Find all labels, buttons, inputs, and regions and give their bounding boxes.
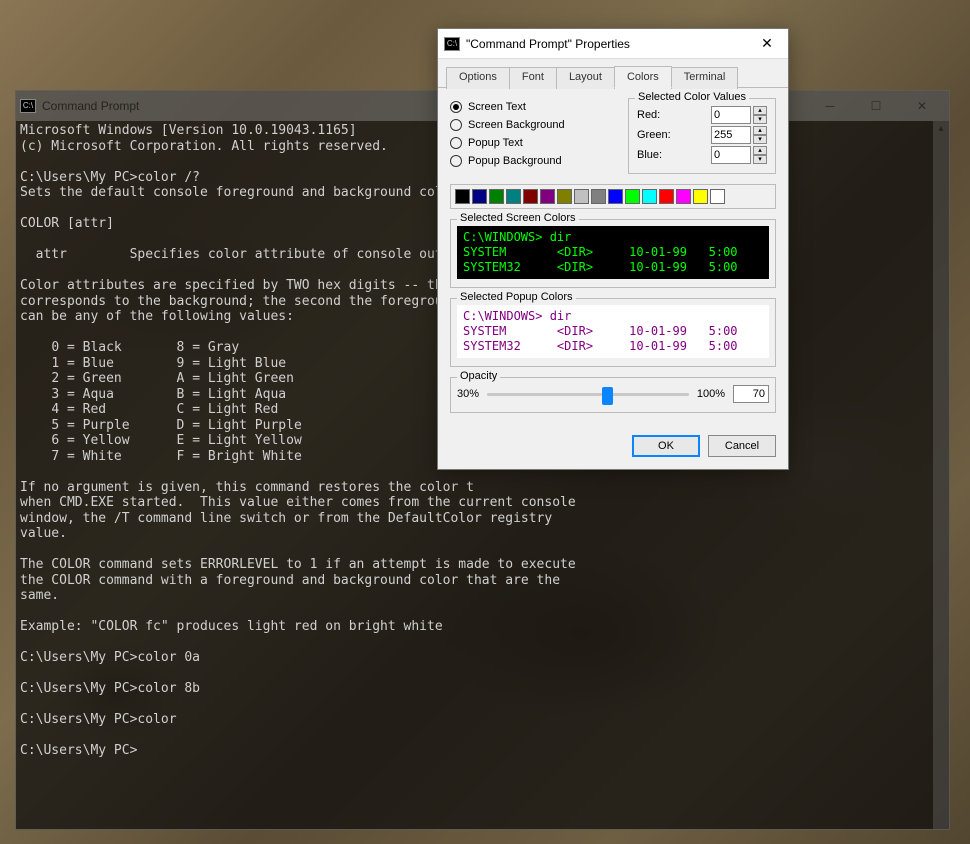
radio-icon (450, 101, 462, 113)
spin-up-icon[interactable]: ▴ (753, 126, 767, 135)
properties-titlebar[interactable]: C:\ "Command Prompt" Properties ✕ (438, 29, 788, 59)
palette-swatch-7[interactable] (574, 189, 589, 204)
cancel-button[interactable]: Cancel (708, 435, 776, 457)
selected-color-values: Selected Color Values Red: ▴▾ Green: ▴▾ … (628, 98, 776, 174)
tab-strip: Options Font Layout Colors Terminal (438, 59, 788, 88)
selected-screen-colors: Selected Screen Colors C:\WINDOWS> dir S… (450, 219, 776, 288)
dialog-buttons: OK Cancel (438, 425, 788, 469)
tab-layout[interactable]: Layout (556, 67, 615, 89)
red-input[interactable] (711, 106, 751, 124)
group-legend: Selected Popup Colors (457, 291, 576, 303)
radio-popup-background[interactable]: Popup Background (450, 152, 618, 170)
spin-up-icon[interactable]: ▴ (753, 146, 767, 155)
group-legend: Opacity (457, 370, 500, 382)
palette-swatch-3[interactable] (506, 189, 521, 204)
radio-icon (450, 119, 462, 131)
popup-preview: C:\WINDOWS> dir SYSTEM <DIR> 10-01-99 5:… (457, 305, 769, 358)
opacity-input[interactable] (733, 385, 769, 403)
tab-terminal[interactable]: Terminal (671, 67, 739, 89)
palette-swatch-15[interactable] (710, 189, 725, 204)
palette-swatch-6[interactable] (557, 189, 572, 204)
selected-popup-colors: Selected Popup Colors C:\WINDOWS> dir SY… (450, 298, 776, 367)
properties-title: "Command Prompt" Properties (466, 37, 752, 51)
palette-swatch-12[interactable] (659, 189, 674, 204)
tab-options[interactable]: Options (446, 67, 510, 89)
tab-colors[interactable]: Colors (614, 66, 672, 88)
radio-icon (450, 155, 462, 167)
opacity-group: Opacity 30% 100% (450, 377, 776, 413)
ok-button[interactable]: OK (632, 435, 700, 457)
palette-swatch-11[interactable] (642, 189, 657, 204)
green-input[interactable] (711, 126, 751, 144)
spin-down-icon[interactable]: ▾ (753, 115, 767, 124)
close-button[interactable]: ✕ (899, 91, 945, 121)
screen-preview: C:\WINDOWS> dir SYSTEM <DIR> 10-01-99 5:… (457, 226, 769, 279)
minimize-button[interactable]: ─ (807, 91, 853, 121)
opacity-max: 100% (697, 388, 725, 400)
radio-label: Popup Text (468, 137, 523, 149)
colors-panel: Screen Text Screen Background Popup Text… (438, 88, 788, 425)
slider-track (487, 393, 689, 396)
color-palette (450, 184, 776, 209)
spin-down-icon[interactable]: ▾ (753, 135, 767, 144)
green-spinner[interactable]: ▴▾ (711, 126, 767, 144)
group-legend: Selected Screen Colors (457, 212, 579, 224)
cmd-icon: C:\ (444, 37, 460, 51)
red-spinner[interactable]: ▴▾ (711, 106, 767, 124)
green-label: Green: (637, 129, 671, 141)
slider-thumb[interactable] (602, 387, 613, 405)
palette-swatch-2[interactable] (489, 189, 504, 204)
palette-swatch-8[interactable] (591, 189, 606, 204)
blue-label: Blue: (637, 149, 662, 161)
palette-swatch-9[interactable] (608, 189, 623, 204)
radio-label: Popup Background (468, 155, 562, 167)
radio-label: Screen Background (468, 119, 565, 131)
radio-screen-text[interactable]: Screen Text (450, 98, 618, 116)
red-label: Red: (637, 109, 660, 121)
blue-input[interactable] (711, 146, 751, 164)
scroll-up-icon[interactable]: ▴ (933, 121, 949, 137)
palette-swatch-13[interactable] (676, 189, 691, 204)
dialog-close-button[interactable]: ✕ (752, 35, 782, 52)
spin-up-icon[interactable]: ▴ (753, 106, 767, 115)
palette-swatch-14[interactable] (693, 189, 708, 204)
maximize-button[interactable]: ☐ (853, 91, 899, 121)
spin-down-icon[interactable]: ▾ (753, 155, 767, 164)
radio-label: Screen Text (468, 101, 526, 113)
palette-swatch-1[interactable] (472, 189, 487, 204)
palette-swatch-0[interactable] (455, 189, 470, 204)
opacity-min: 30% (457, 388, 479, 400)
radio-screen-background[interactable]: Screen Background (450, 116, 618, 134)
properties-dialog: C:\ "Command Prompt" Properties ✕ Option… (437, 28, 789, 470)
blue-spinner[interactable]: ▴▾ (711, 146, 767, 164)
tab-font[interactable]: Font (509, 67, 557, 89)
palette-swatch-5[interactable] (540, 189, 555, 204)
radio-icon (450, 137, 462, 149)
palette-swatch-10[interactable] (625, 189, 640, 204)
scv-legend: Selected Color Values (635, 91, 749, 103)
cmd-icon: C:\ (20, 99, 36, 113)
color-target-radios: Screen Text Screen Background Popup Text… (450, 98, 618, 174)
cmd-scrollbar[interactable]: ▴ (933, 121, 949, 829)
radio-popup-text[interactable]: Popup Text (450, 134, 618, 152)
palette-swatch-4[interactable] (523, 189, 538, 204)
opacity-slider[interactable] (487, 384, 689, 404)
